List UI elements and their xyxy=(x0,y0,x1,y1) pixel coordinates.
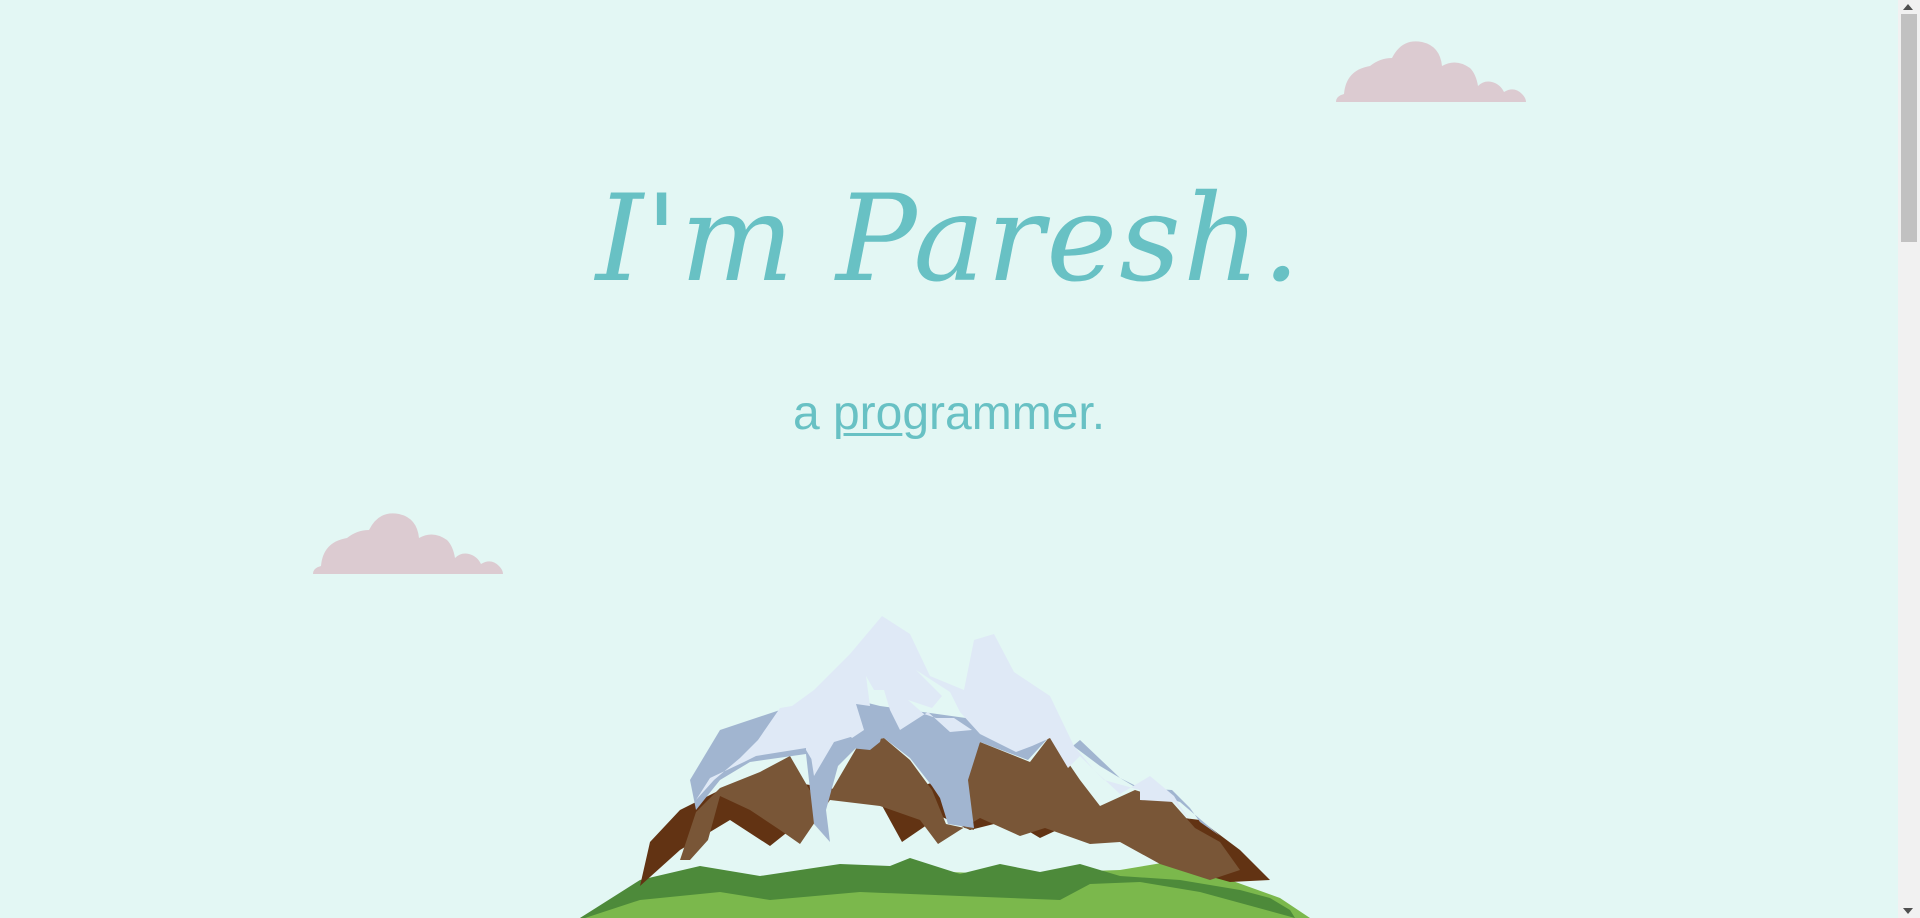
scroll-down-icon[interactable] xyxy=(1903,908,1913,914)
vertical-scrollbar[interactable] xyxy=(1898,0,1920,918)
cloud-icon xyxy=(1336,41,1526,102)
hero-subtitle: a programmer. xyxy=(0,382,1898,446)
page: I'm Paresh. a programmer. xyxy=(0,0,1920,918)
cloud-icon xyxy=(313,513,503,574)
mountain-illustration xyxy=(580,616,1310,918)
subtitle-rest: grammer. xyxy=(902,387,1106,440)
scroll-thumb[interactable] xyxy=(1901,14,1917,242)
scroll-up-icon[interactable] xyxy=(1903,4,1913,10)
hero-title: I'm Paresh. xyxy=(595,170,1303,309)
subtitle-prefix: a xyxy=(792,387,833,440)
subtitle-typed-text: pro xyxy=(832,387,903,440)
